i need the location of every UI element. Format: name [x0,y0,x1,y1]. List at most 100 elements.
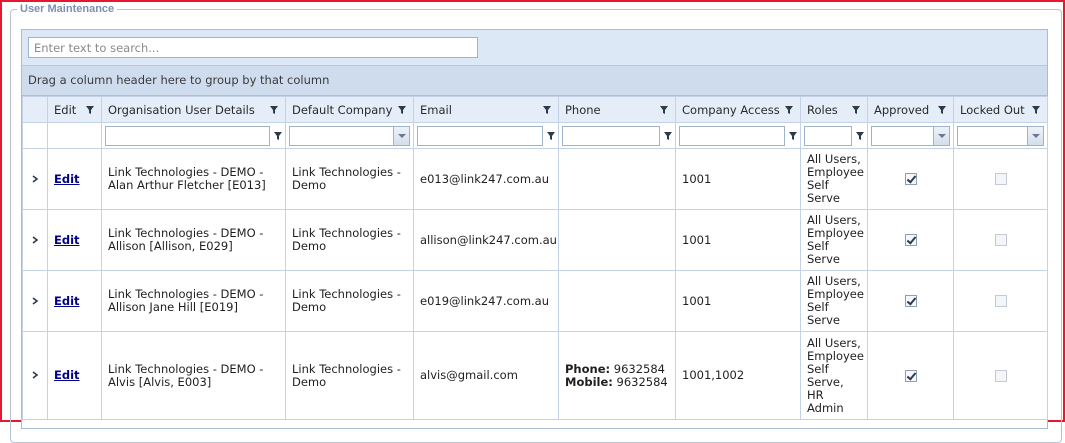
edit-link[interactable]: Edit [54,172,80,186]
phone-label: Phone: [565,361,611,376]
locked-out-cell [953,209,1048,271]
email-cell: alvis@gmail.com [413,331,559,420]
expand-cell[interactable] [22,148,48,210]
column-header-locked-out[interactable]: Locked Out [953,96,1048,123]
company-access-cell: 1001 [675,209,801,271]
filter-cell-approved [867,122,954,149]
locked-out-cell [953,331,1048,420]
column-header-phone[interactable]: Phone [558,96,676,123]
filter-cell-empty [47,122,102,149]
edit-link[interactable]: Edit [54,233,80,247]
expand-cell[interactable] [22,209,48,271]
column-header-label: Organisation User Details [108,102,255,117]
mobile-label: Mobile: [565,374,613,389]
filter-cell-phone [558,122,676,149]
locked-out-checkbox [994,295,1007,307]
filter-icon[interactable] [274,132,282,140]
column-header-label: Email [420,102,452,117]
filter-row [22,122,1048,149]
email-cell: allison@link247.com.au [413,209,559,271]
filter-icon[interactable] [1032,106,1040,114]
filter-icon[interactable] [543,106,551,114]
filter-icon[interactable] [398,106,406,114]
filter-icon[interactable] [660,106,668,114]
approved-cell [867,270,954,332]
column-header-edit[interactable]: Edit [47,96,102,123]
filter-cell-locked-out [953,122,1048,149]
filter-cell-empty [22,122,48,149]
edit-link[interactable]: Edit [54,294,80,308]
filter-icon[interactable] [86,106,94,114]
filter-cell-details [101,122,286,149]
email-cell: e019@link247.com.au [413,270,559,332]
column-header-company[interactable]: Default Company [285,96,414,123]
column-header-label: Default Company [292,102,393,117]
column-header-row: Edit Organisation User Details Default C… [22,96,1048,123]
column-header-approved[interactable]: Approved [867,96,954,123]
edit-link[interactable]: Edit [54,368,80,382]
approved-checkbox [904,369,917,382]
filter-combo-company[interactable] [289,125,410,146]
filter-icon[interactable] [852,106,860,114]
filter-icon[interactable] [270,106,278,114]
chevron-right-icon[interactable] [31,371,39,379]
edit-cell: Edit [47,270,102,332]
expand-cell[interactable] [22,270,48,332]
filter-icon[interactable] [547,132,555,140]
filter-input-email[interactable] [417,125,543,146]
filter-icon[interactable] [856,132,864,140]
locked-out-checkbox [994,234,1007,246]
filter-input-roles[interactable] [804,125,852,146]
chevron-down-icon[interactable] [933,126,949,145]
email-cell: e013@link247.com.au [413,148,559,210]
column-header-label: Company Access [682,102,780,117]
details-cell: Link Technologies - DEMO - Alvis [Alvis,… [101,331,286,420]
filter-input-phone[interactable] [562,125,660,146]
locked-out-cell [953,148,1048,210]
expand-cell[interactable] [22,331,48,420]
approved-cell [867,148,954,210]
chevron-down-icon[interactable] [1027,126,1043,145]
edit-cell: Edit [47,148,102,210]
column-header-details[interactable]: Organisation User Details [101,96,286,123]
group-by-panel[interactable]: Drag a column header here to group by th… [22,66,1047,96]
column-header-label: Roles [807,102,838,117]
filter-input-details[interactable] [105,125,270,146]
filter-icon[interactable] [664,132,672,140]
roles-cell: All Users, Employee Self Serve, HR Admin [800,331,868,420]
chevron-right-icon[interactable] [31,296,39,305]
column-header-access[interactable]: Company Access [675,96,801,123]
column-header-label: Phone [565,102,601,117]
search-panel [22,30,1047,66]
filter-cell-company [285,122,414,149]
column-header-roles[interactable]: Roles [800,96,868,123]
filter-input-access[interactable] [679,125,785,146]
mobile-value: 9632584 [616,374,668,389]
chevron-right-icon[interactable] [31,235,39,244]
filter-icon[interactable] [789,132,797,140]
expand-column-header [22,96,48,123]
chevron-right-icon[interactable] [31,174,39,183]
filter-icon[interactable] [785,106,793,114]
search-input[interactable] [28,37,478,58]
panel-title: User Maintenance [20,3,115,15]
table-row[interactable]: Edit Link Technologies - DEMO - Alvis [Al… [22,331,1048,420]
roles-cell: All Users, Employee Self Serve [800,270,868,332]
details-cell: Link Technologies - DEMO - Allison [Alli… [101,209,286,271]
table-row[interactable]: Edit Link Technologies - DEMO - Allison J… [22,270,1048,332]
roles-cell: All Users, Employee Self Serve [800,209,868,271]
table-row[interactable]: Edit Link Technologies - DEMO - Alan Arth… [22,148,1048,210]
company-cell: Link Technologies - Demo [285,270,414,332]
user-grid: Drag a column header here to group by th… [21,29,1048,429]
column-header-label: Edit [54,102,77,117]
approved-cell [867,331,954,420]
table-row[interactable]: Edit Link Technologies - DEMO - Allison [… [22,209,1048,271]
grid-body: Edit Link Technologies - DEMO - Alan Arth… [22,148,1048,420]
column-header-email[interactable]: Email [413,96,559,123]
filter-combo-approved[interactable] [871,125,950,146]
filter-combo-locked-out[interactable] [957,125,1044,146]
company-access-cell: 1001,1002 [675,331,801,420]
phone-cell: Phone: 9632584 Mobile: 9632584 [558,331,676,420]
chevron-down-icon[interactable] [393,126,409,145]
filter-icon[interactable] [938,106,946,114]
